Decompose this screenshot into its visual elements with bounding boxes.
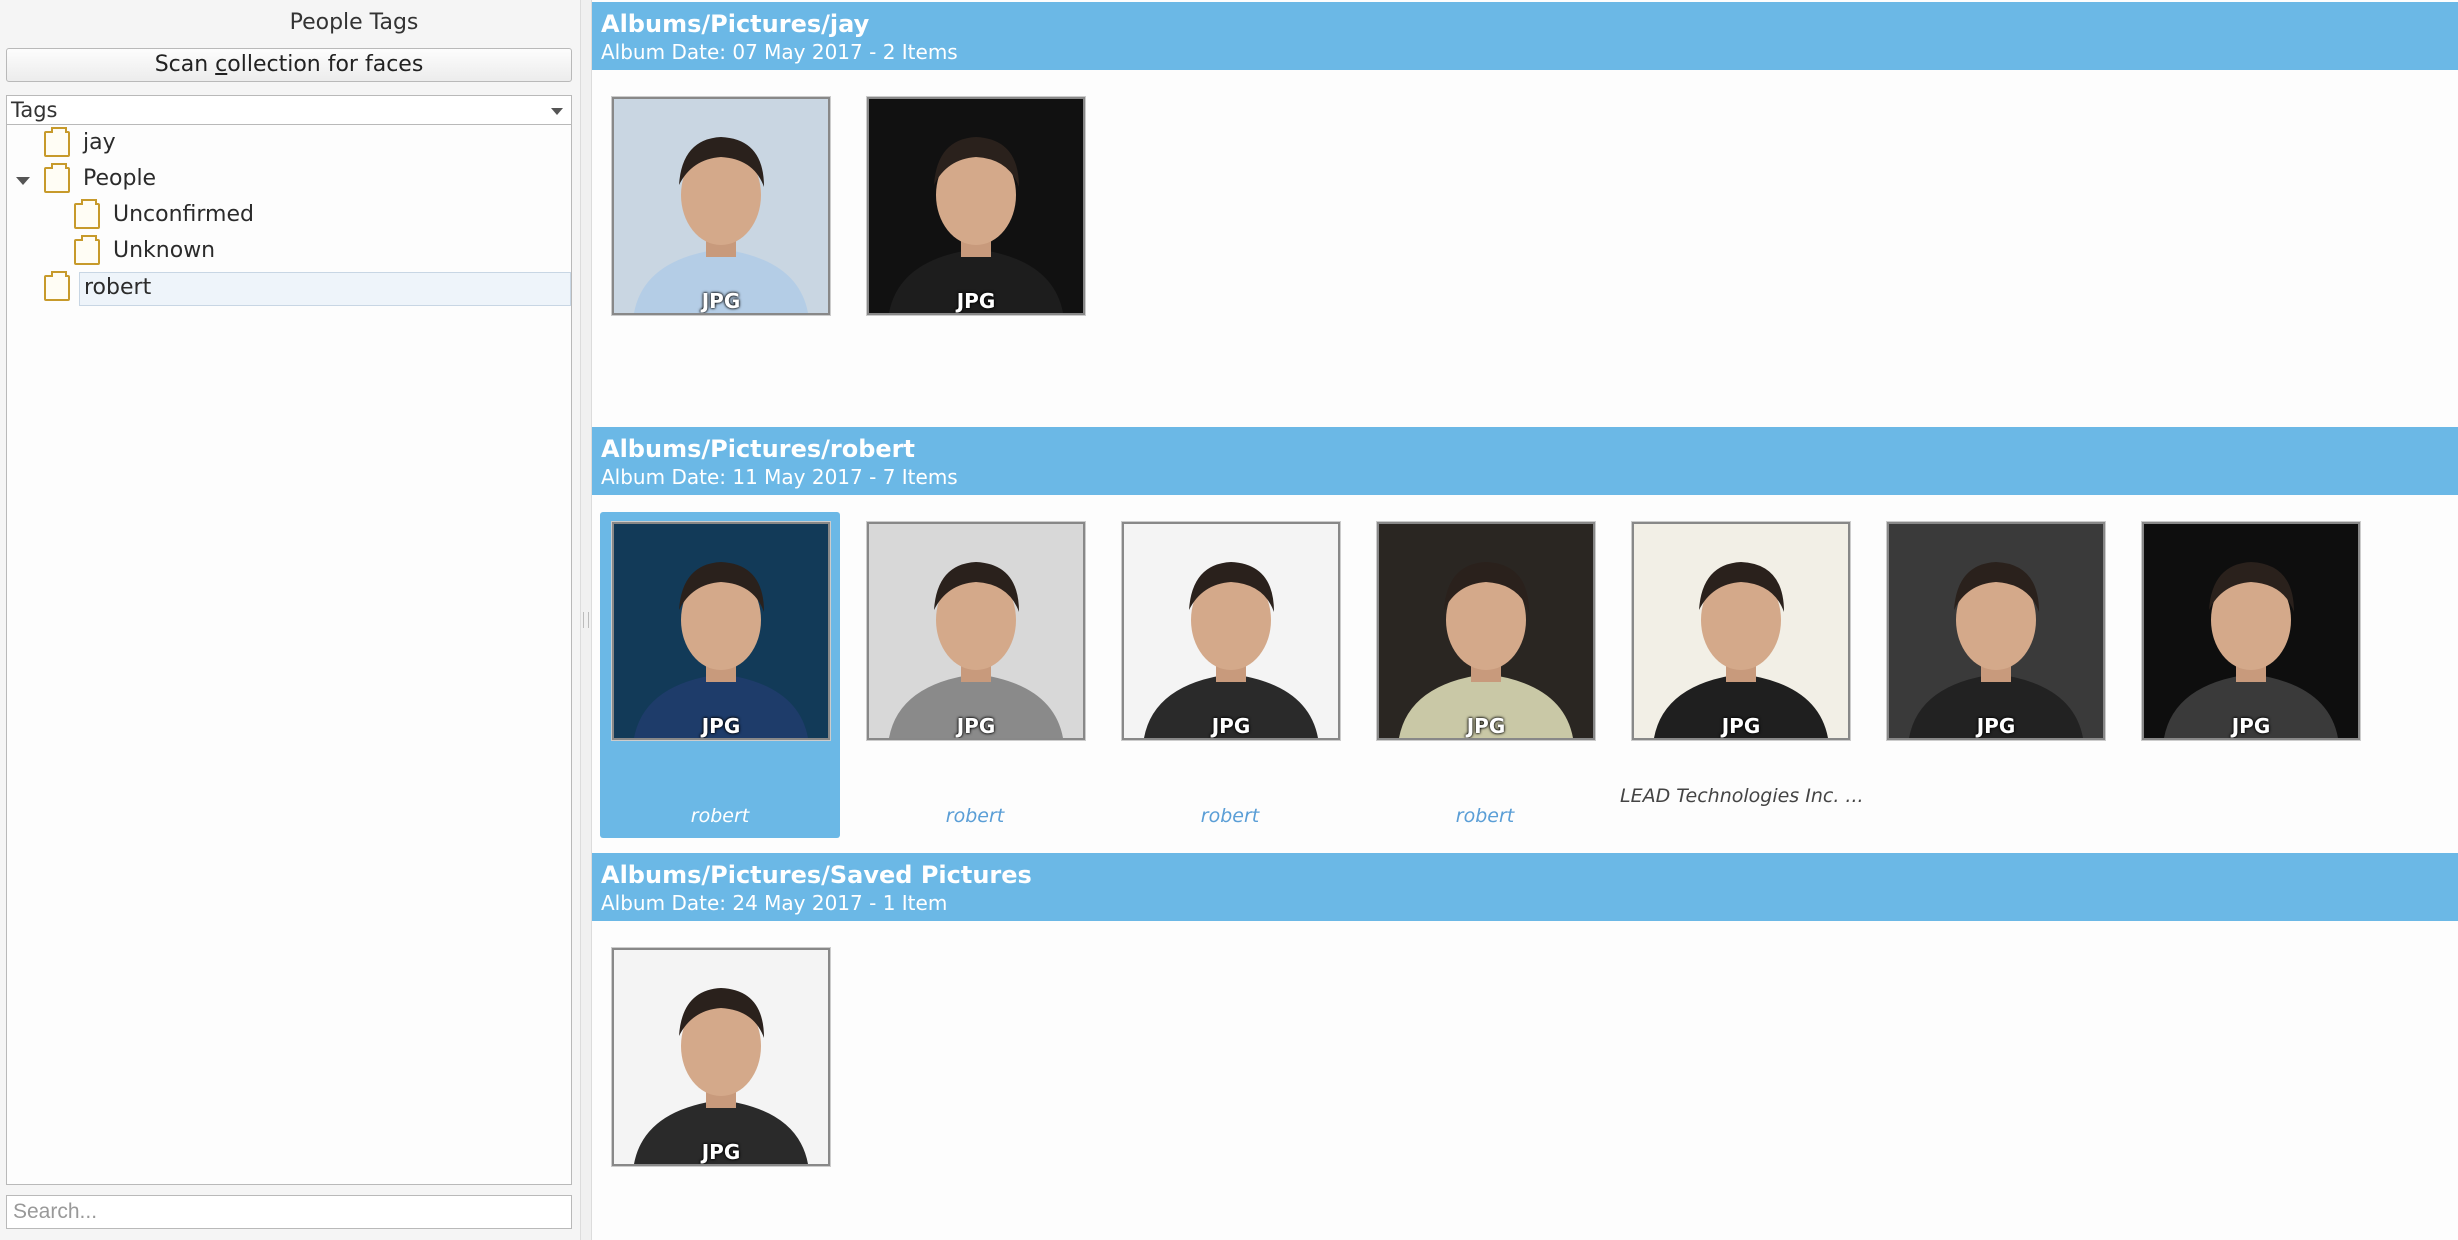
thumbnail-item[interactable]: JPG robert bbox=[600, 512, 840, 838]
thumbnail-item[interactable]: JPG bbox=[2130, 512, 2370, 838]
thumbnail-item[interactable]: JPG bbox=[1875, 512, 2115, 838]
format-label: JPG bbox=[1211, 714, 1251, 738]
album-title: Albums/Pictures/Saved Pictures bbox=[601, 861, 1032, 889]
tree-item-unconfirmed[interactable]: Unconfirmed bbox=[7, 199, 571, 235]
tree-item-robert[interactable]: robert bbox=[7, 271, 571, 307]
format-label: JPG bbox=[701, 1140, 741, 1164]
photo-thumbnail[interactable]: JPG bbox=[1632, 522, 1850, 740]
thumbnail-item[interactable]: JPG bbox=[600, 87, 840, 413]
expand-arrow-icon[interactable] bbox=[16, 177, 30, 185]
tree-item-label: People bbox=[83, 166, 157, 191]
scan-collection-button[interactable]: Scan collection for faces bbox=[6, 48, 572, 82]
image-metadata-caption: LEAD Technologies Inc. ... bbox=[1620, 785, 1864, 807]
thumbnail-caption: robert bbox=[1200, 805, 1260, 827]
chevron-down-icon[interactable] bbox=[551, 108, 563, 115]
album-subtitle: Album Date: 24 May 2017 - 1 Item bbox=[601, 891, 948, 915]
tree-item-label[interactable]: robert bbox=[79, 272, 571, 306]
photo-thumbnail[interactable]: JPG bbox=[1122, 522, 1340, 740]
album-subtitle: Album Date: 07 May 2017 - 2 Items bbox=[601, 40, 958, 64]
tag-tree[interactable]: jay People Unconfirmed Unknown robert bbox=[6, 125, 572, 1185]
folder-icon bbox=[74, 199, 100, 229]
album-subtitle: Album Date: 11 May 2017 - 7 Items bbox=[601, 465, 958, 489]
tags-combo-value: Tags bbox=[11, 98, 58, 122]
photo-thumbnail[interactable]: JPG bbox=[1887, 522, 2105, 740]
folder-icon bbox=[44, 271, 70, 301]
folder-icon bbox=[44, 127, 70, 157]
photo-thumbnail[interactable]: JPG bbox=[1377, 522, 1595, 740]
album-title: Albums/Pictures/jay bbox=[601, 10, 870, 38]
tree-item-label: jay bbox=[83, 130, 116, 155]
thumbnail-item[interactable]: JPG robert bbox=[1110, 512, 1350, 838]
panel-splitter[interactable] bbox=[580, 0, 592, 1240]
folder-icon bbox=[74, 235, 100, 265]
format-label: JPG bbox=[956, 289, 996, 313]
tree-item-unknown[interactable]: Unknown bbox=[7, 235, 571, 271]
scan-button-label-pre: Scan bbox=[154, 52, 216, 77]
tree-item-jay[interactable]: jay bbox=[7, 127, 571, 163]
tags-combo[interactable]: Tags bbox=[6, 95, 572, 125]
thumbnail-item[interactable]: JPG robert bbox=[855, 512, 1095, 838]
format-label: JPG bbox=[2231, 714, 2271, 738]
scan-button-label-post: ollection for faces bbox=[227, 52, 424, 77]
photo-thumbnail[interactable]: JPG bbox=[867, 522, 1085, 740]
format-label: JPG bbox=[701, 714, 741, 738]
thumbnail-item[interactable]: JPG LEAD Technologies Inc. ... bbox=[1620, 512, 1864, 838]
thumbnail-caption: robert bbox=[690, 805, 750, 827]
people-tags-panel: People Tags Scan collection for faces Ta… bbox=[0, 0, 580, 1240]
tree-item-people[interactable]: People bbox=[7, 163, 571, 199]
thumbnail-item[interactable]: JPG robert bbox=[1365, 512, 1605, 838]
tree-item-label: Unknown bbox=[113, 238, 216, 263]
format-label: JPG bbox=[701, 289, 741, 313]
photo-thumbnail[interactable]: JPG bbox=[2142, 522, 2360, 740]
photo-thumbnail[interactable]: JPG bbox=[612, 97, 830, 315]
thumbnail-caption: robert bbox=[1455, 805, 1515, 827]
format-label: JPG bbox=[1721, 714, 1761, 738]
thumbnail-caption: robert bbox=[945, 805, 1005, 827]
format-label: JPG bbox=[956, 714, 996, 738]
photo-thumbnail[interactable]: JPG bbox=[612, 948, 830, 1166]
album-group-header: Albums/Pictures/jay Album Date: 07 May 2… bbox=[592, 2, 2458, 70]
album-group-header: Albums/Pictures/robert Album Date: 11 Ma… bbox=[592, 427, 2458, 495]
album-title: Albums/Pictures/robert bbox=[601, 435, 915, 463]
album-icon-view[interactable]: Albums/Pictures/jay Album Date: 07 May 2… bbox=[592, 0, 2458, 1240]
scan-button-mnemonic: c bbox=[215, 52, 228, 77]
photo-thumbnail[interactable]: JPG bbox=[612, 522, 830, 740]
format-label: JPG bbox=[1976, 714, 2016, 738]
splitter-grip-icon[interactable] bbox=[583, 612, 589, 628]
search-input[interactable] bbox=[6, 1195, 572, 1229]
thumbnail-item[interactable]: JPG bbox=[600, 938, 840, 1240]
album-group-header: Albums/Pictures/Saved Pictures Album Dat… bbox=[592, 853, 2458, 921]
tree-item-label: Unconfirmed bbox=[113, 202, 254, 227]
photo-thumbnail[interactable]: JPG bbox=[867, 97, 1085, 315]
folder-icon bbox=[44, 163, 70, 193]
thumbnail-item[interactable]: JPG bbox=[855, 87, 1095, 413]
format-label: JPG bbox=[1466, 714, 1506, 738]
